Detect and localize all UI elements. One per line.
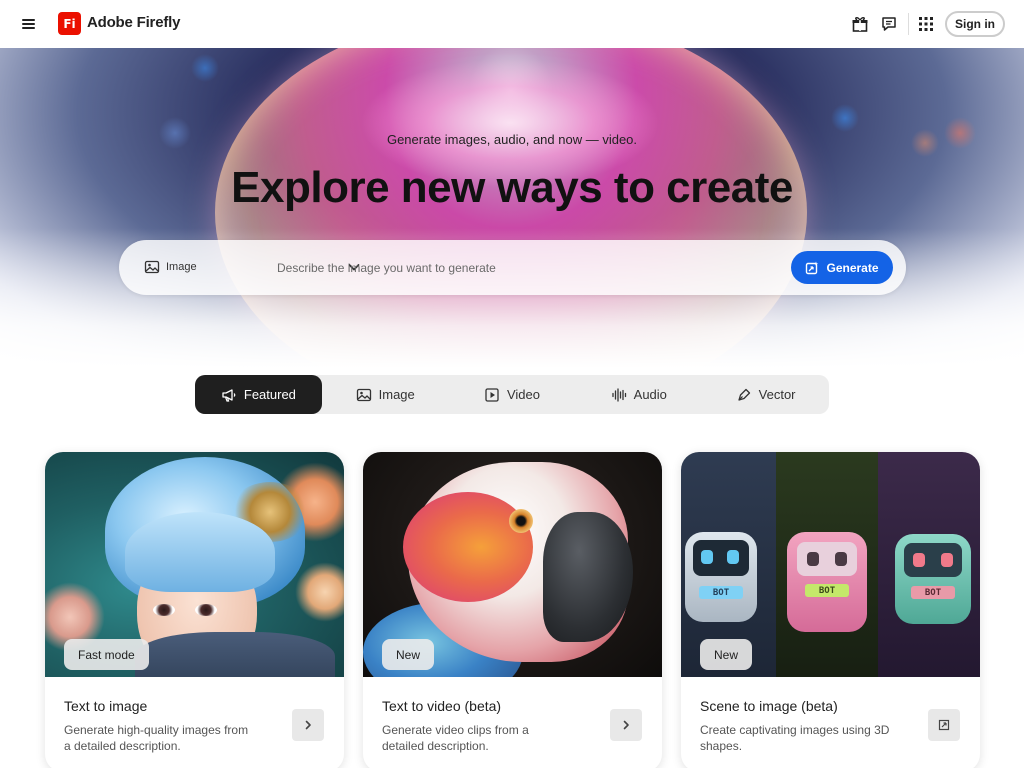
firefly-logo[interactable]: Fi [58, 12, 81, 35]
card-title: Text to video (beta) [382, 698, 502, 714]
tab-video[interactable]: Video [449, 375, 576, 414]
tab-image[interactable]: Image [322, 375, 449, 414]
chat-icon[interactable] [880, 15, 898, 33]
content-type-selector[interactable]: Image [144, 259, 197, 275]
hero-headline: Explore new ways to create [231, 163, 793, 212]
tab-vector[interactable]: Vector [702, 375, 829, 414]
robot-blue: BOT [685, 532, 757, 622]
card-open-button[interactable] [292, 709, 324, 741]
tab-label: Video [506, 387, 540, 402]
feature-card-text-to-video[interactable]: New Text to video (beta) Generate video … [363, 452, 662, 768]
tab-label: Audio [633, 387, 667, 402]
tab-label: Vector [758, 387, 796, 402]
card-badge: Fast mode [64, 639, 149, 670]
pen-icon [738, 388, 750, 401]
robot-pink: BOT [787, 532, 867, 632]
card-open-button[interactable] [928, 709, 960, 741]
apps-grid-icon[interactable] [917, 15, 935, 33]
image-icon [356, 388, 371, 401]
content-type-label: Image [166, 261, 197, 273]
menu-icon[interactable] [18, 14, 40, 34]
prompt-input[interactable] [277, 255, 777, 280]
feature-card-text-to-image[interactable]: Fast mode Text to image Generate high-qu… [45, 452, 344, 768]
open-external-icon [938, 719, 950, 731]
video-icon [485, 387, 499, 402]
tab-featured[interactable]: Featured [195, 375, 322, 414]
card-title: Text to image [64, 698, 148, 714]
prompt-bar: Image Generate [119, 240, 906, 295]
generate-label: Generate [826, 260, 879, 275]
card-badge: New [382, 639, 435, 670]
image-icon [144, 260, 160, 274]
feature-card-scene-to-image[interactable]: BOT BOT BOT New Scene to image (beta) Cr… [681, 452, 980, 768]
generate-icon [806, 261, 819, 274]
category-tabs: Featured Image Video Audio Vector [195, 375, 829, 414]
card-open-button[interactable] [610, 709, 642, 741]
brand-name[interactable]: Adobe Firefly [87, 14, 180, 31]
chevron-right-icon [623, 720, 629, 730]
tab-label: Image [378, 387, 415, 402]
sign-in-button[interactable]: Sign in [945, 11, 1005, 37]
megaphone-icon [222, 388, 236, 402]
tab-label: Featured [243, 387, 296, 402]
top-header: Fi Adobe Firefly Sign in [0, 0, 1024, 48]
card-description: Create captivating images using 3D shape… [700, 723, 890, 753]
robot-teal: BOT [895, 534, 971, 624]
chevron-right-icon [305, 720, 311, 730]
audio-wave-icon [612, 387, 626, 402]
card-description: Generate video clips from a detailed des… [382, 723, 529, 753]
card-title: Scene to image (beta) [700, 698, 838, 714]
card-badge: New [700, 639, 753, 670]
card-description: Generate high-quality images from a deta… [64, 723, 249, 753]
gift-icon[interactable] [851, 15, 869, 33]
generate-button[interactable]: Generate [791, 251, 893, 284]
header-divider [908, 13, 909, 35]
hero-subtitle: Generate images, audio, and now — video. [386, 132, 638, 147]
tab-audio[interactable]: Audio [575, 375, 702, 414]
